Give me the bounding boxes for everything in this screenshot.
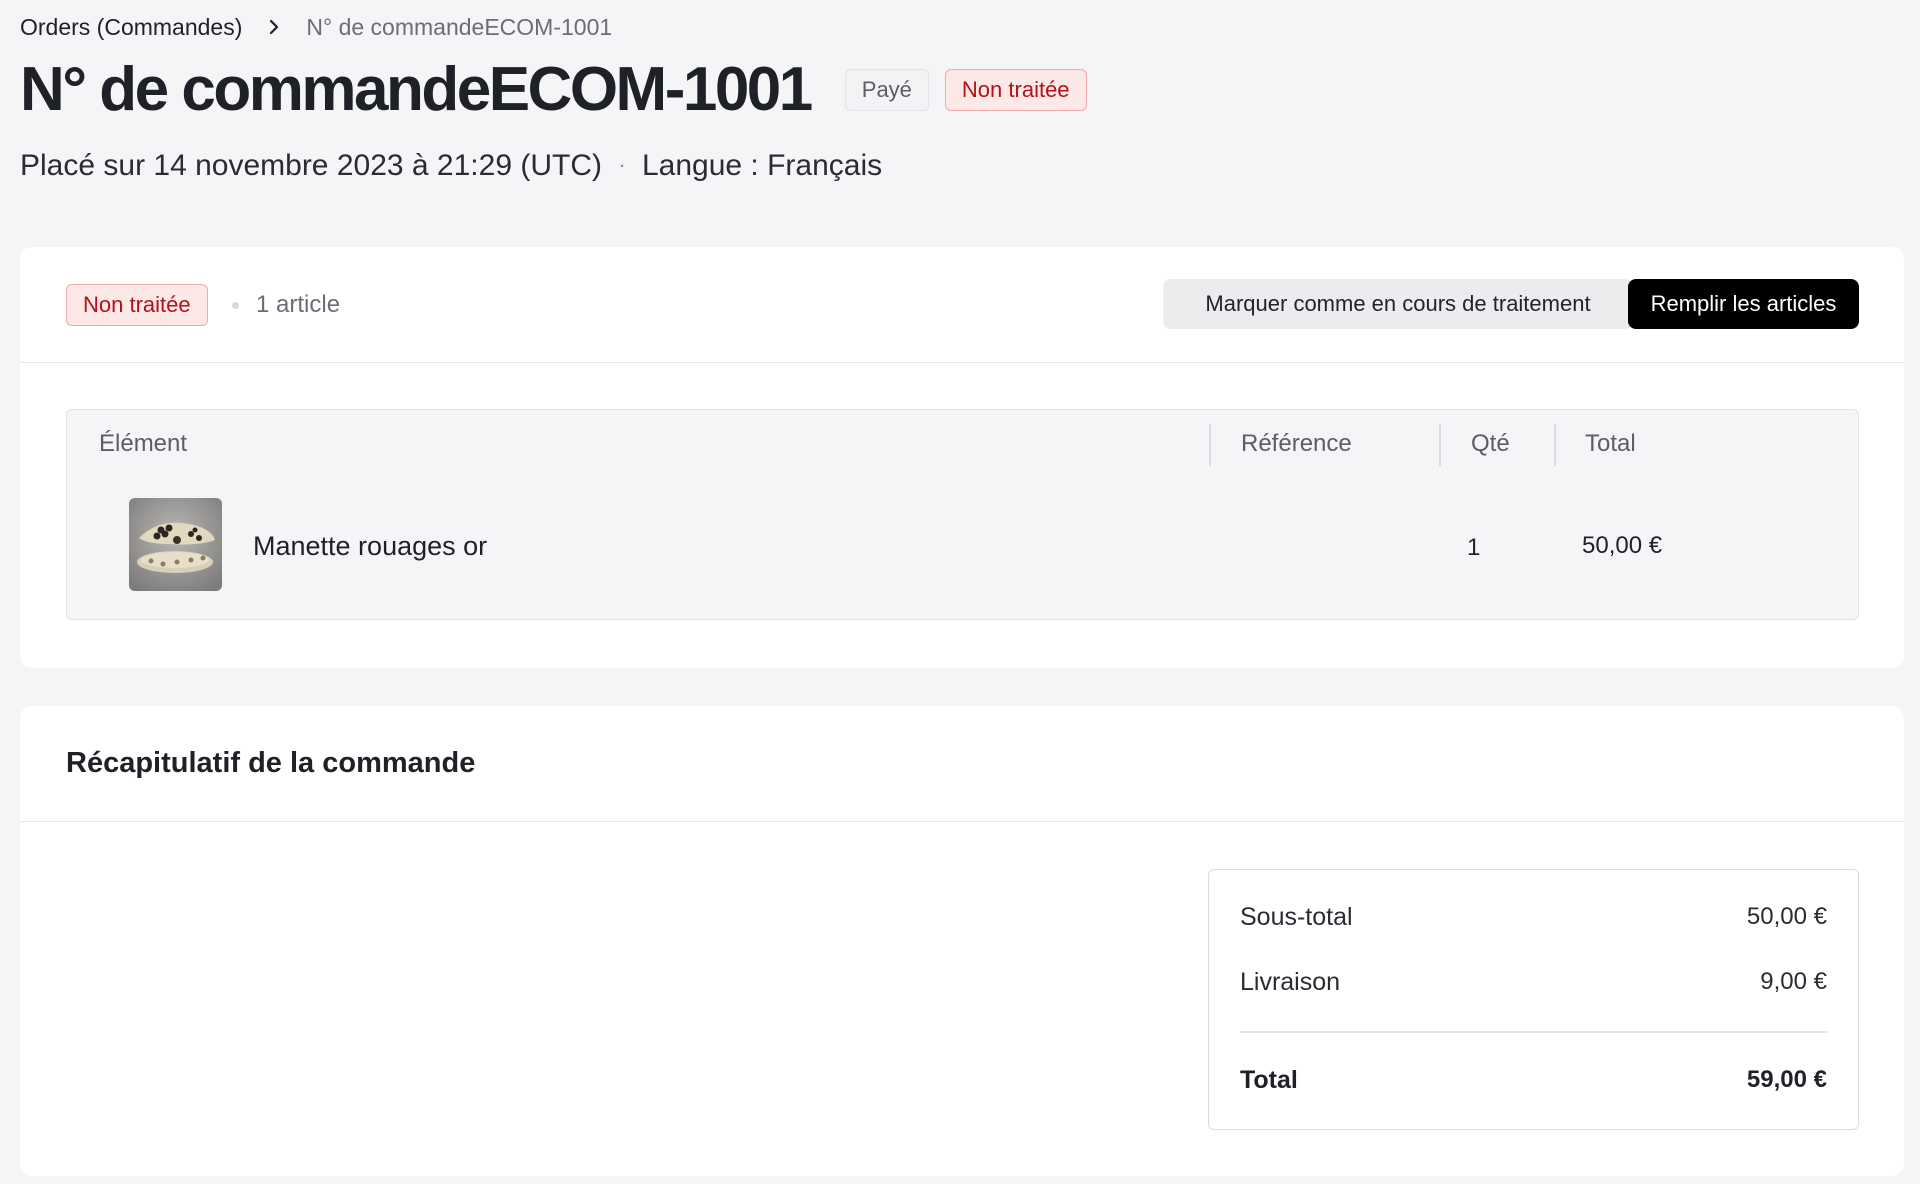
fulfillment-card-status-badge: Non traitée: [66, 284, 208, 326]
column-divider: [1439, 424, 1441, 466]
shipping-label: Livraison: [1240, 968, 1341, 996]
subtotal-label: Sous-total: [1240, 903, 1353, 931]
placed-date: Placé sur 14 novembre 2023 à 21:29 (UTC): [20, 149, 602, 182]
payment-status-badge: Payé: [844, 69, 929, 111]
order-language: Langue : Français: [641, 149, 883, 182]
product-name[interactable]: Manette rouages or: [253, 528, 487, 564]
fulfillment-card-header: Non traitée 1 article Marquer comme en c…: [20, 247, 1904, 363]
order-meta: Placé sur 14 novembre 2023 à 21:29 (UTC)…: [20, 145, 882, 186]
product-thumbnail[interactable]: [129, 498, 222, 591]
fulfillment-card: Non traitée 1 article Marquer comme en c…: [20, 247, 1904, 668]
items-table: Élément Référence Qté Total Manette roua…: [66, 409, 1859, 620]
order-summary-header: Récapitulatif de la commande: [20, 706, 1904, 822]
column-divider: [1209, 424, 1211, 466]
breadcrumb-orders-link[interactable]: Orders (Commandes): [20, 12, 242, 42]
order-detail-page: Orders (Commandes) N° de commandeECOM-10…: [0, 0, 1920, 1184]
fulfill-items-button[interactable]: Remplir les articles: [1628, 279, 1859, 329]
meta-separator: ·: [618, 152, 626, 177]
shipping-value: 9,00 €: [1760, 968, 1827, 995]
totals-divider: [1240, 1031, 1827, 1033]
column-divider: [1554, 424, 1556, 466]
total-value: 59,00 €: [1746, 1066, 1827, 1093]
breadcrumb: Orders (Commandes) N° de commandeECOM-10…: [20, 12, 612, 42]
total-label: Total: [1240, 1066, 1298, 1094]
totals-box: Sous-total 50,00 € Livraison 9,00 € Tota…: [1208, 869, 1859, 1130]
item-count: 1 article: [256, 291, 341, 318]
order-summary-card: Récapitulatif de la commande Sous-total …: [20, 706, 1904, 1176]
order-summary-title: Récapitulatif de la commande: [66, 747, 476, 779]
column-header-quantity: Qté: [1471, 430, 1510, 457]
breadcrumb-current: N° de commandeECOM-1001: [306, 14, 613, 40]
mark-processing-button[interactable]: Marquer comme en cours de traitement: [1163, 279, 1633, 329]
fulfillment-status-badge: Non traitée: [944, 69, 1087, 111]
product-total: 50,00 €: [1582, 532, 1663, 559]
column-header-total: Total: [1585, 430, 1636, 457]
column-header-reference: Référence: [1241, 430, 1352, 457]
title-row: N° de commandeECOM-1001 Payé Non traitée: [20, 52, 1087, 128]
subtotal-value: 50,00 €: [1746, 903, 1827, 930]
table-row: Manette rouages or 1 50,00 €: [67, 498, 1858, 594]
separator-dot: [232, 302, 239, 309]
chevron-right-icon: [254, 12, 294, 42]
product-quantity: 1: [1467, 534, 1481, 561]
page-title: N° de commandeECOM-1001: [20, 55, 813, 124]
column-header-element: Élément: [99, 430, 188, 457]
